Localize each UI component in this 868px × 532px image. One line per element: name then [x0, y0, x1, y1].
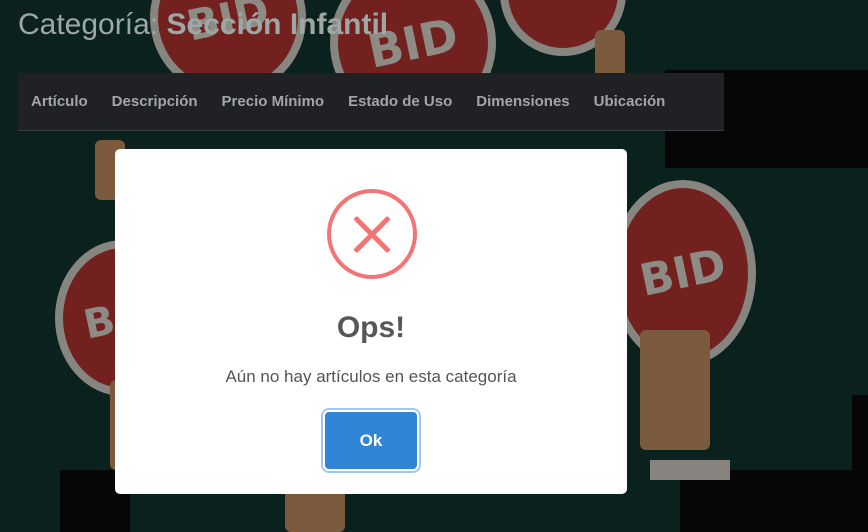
page-title: Categoría: Sección Infantil — [18, 8, 388, 42]
table-header: Artículo Descripción Precio Mínimo Estad… — [18, 73, 724, 131]
column-header-dimensiones[interactable]: Dimensiones — [476, 93, 569, 110]
dialog-title: Ops! — [336, 311, 406, 344]
column-header-descripcion[interactable]: Descripción — [112, 93, 198, 110]
category-name: Sección Infantil — [166, 8, 389, 41]
column-header-ubicacion[interactable]: Ubicación — [594, 93, 666, 110]
column-header-precio-minimo[interactable]: Precio Mínimo — [222, 93, 325, 110]
error-x-icon — [327, 189, 417, 279]
column-header-estado-de-uso[interactable]: Estado de Uso — [348, 93, 452, 110]
dialog-message: Aún no hay artículos en esta categoría — [225, 367, 517, 386]
alert-dialog: Ops! Aún no hay artículos en esta catego… — [115, 149, 627, 494]
column-header-articulo[interactable]: Artículo — [31, 93, 88, 110]
ok-button[interactable]: Ok — [325, 412, 417, 469]
page-title-prefix: Categoría: — [18, 8, 159, 41]
